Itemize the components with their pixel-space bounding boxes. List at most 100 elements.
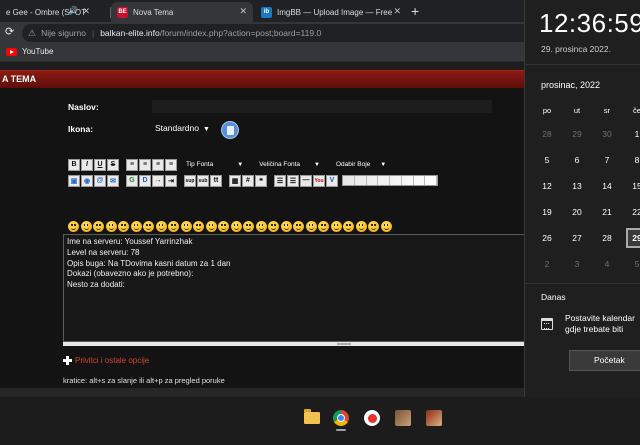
icon-select[interactable]: Standardno ▼ [155, 123, 210, 133]
font-face-select[interactable]: Tip Fonta ▼ [186, 161, 243, 168]
clock-date[interactable]: 29. prosinca 2022. [541, 44, 611, 54]
more-options-toggle[interactable]: Privitci i ostale opcije [63, 356, 149, 365]
calendar-day[interactable]: 29 [564, 129, 590, 139]
calendar-day[interactable]: 2 [534, 259, 560, 269]
calendar-day[interactable]: 21 [594, 207, 620, 217]
warning-icon[interactable]: ⚠ [28, 28, 36, 39]
tab-nova-tema[interactable]: BE Nova Tema ✕ [111, 2, 253, 22]
smiley-icon[interactable] [268, 221, 279, 232]
shadow-icon[interactable]: D [139, 174, 151, 187]
smiley-icon[interactable] [368, 221, 379, 232]
palette-swatch[interactable] [343, 176, 355, 185]
reload-icon[interactable]: ⟳ [5, 25, 14, 38]
smiley-icon[interactable] [205, 221, 217, 232]
font-color-select[interactable]: Odabir Boje ▼ [336, 161, 386, 168]
calendar-day[interactable]: 30 [594, 129, 620, 139]
smiley-icon[interactable] [255, 221, 267, 232]
smiley-icon[interactable] [168, 221, 179, 232]
pre-icon[interactable]: ⇥ [165, 174, 177, 187]
smiley-icon[interactable] [118, 221, 129, 232]
palette-swatch[interactable] [402, 176, 414, 185]
code-icon[interactable]: # [242, 174, 254, 187]
smiley-icon[interactable] [293, 221, 304, 232]
calendar-day[interactable]: 20 [564, 207, 590, 217]
tab-spotify[interactable]: e Gee - Ombre (SPOT 🔊 ✕ [0, 2, 96, 22]
palette-swatch[interactable] [355, 176, 367, 185]
teletype-icon[interactable]: tt [210, 174, 222, 187]
calendar-month[interactable]: prosinac, 2022 [541, 80, 600, 90]
image-icon[interactable]: ◉ [81, 174, 93, 187]
calendar-day[interactable]: 6 [564, 155, 590, 165]
smiley-icon[interactable] [230, 221, 242, 232]
smiley-icon[interactable] [68, 221, 79, 232]
tab-imgbb[interactable]: ib ImgBB — Upload Image — Free ✕ [255, 2, 407, 22]
smiley-icon[interactable] [80, 221, 92, 232]
calendar-day[interactable]: 12 [534, 181, 560, 191]
smiley-icon[interactable] [243, 221, 254, 232]
textarea-resize-handle[interactable] [63, 342, 525, 346]
superscript-icon[interactable]: sup [184, 174, 196, 187]
smiley-icon[interactable] [93, 221, 104, 232]
font-size-select[interactable]: Veličina Fonta ▼ [259, 161, 320, 168]
calendar-day[interactable]: 28 [594, 233, 620, 243]
vimeo-icon[interactable]: V [326, 174, 338, 187]
app-button[interactable] [390, 405, 416, 431]
calendar-day[interactable]: 4 [594, 259, 620, 269]
subject-input[interactable] [152, 100, 492, 113]
new-tab-icon[interactable]: + [411, 3, 419, 19]
palette-swatch[interactable] [378, 176, 390, 185]
move-icon[interactable]: → [152, 174, 164, 187]
underline-button[interactable]: U [94, 158, 106, 171]
message-textarea[interactable]: Ime na serveru: Youssef Yarrinzhak Level… [63, 234, 525, 342]
palette-swatch[interactable] [414, 176, 426, 185]
bookmark-youtube[interactable]: YouTube [6, 47, 53, 56]
smiley-icon[interactable] [155, 221, 167, 232]
smiley-icon[interactable] [105, 221, 117, 232]
app-button[interactable] [421, 405, 447, 431]
smiley-icon[interactable] [180, 221, 192, 232]
palette-swatch[interactable] [425, 176, 437, 185]
quote-icon[interactable]: ❝ [255, 174, 267, 187]
chrome-button[interactable] [328, 405, 354, 431]
palette-swatch[interactable] [367, 176, 379, 185]
link-icon[interactable]: @ [94, 174, 106, 187]
email-icon[interactable]: ✉ [107, 174, 119, 187]
bulleted-list-icon[interactable]: ☰ [274, 174, 286, 187]
more-options-link[interactable]: Privitci i ostale opcije [75, 356, 149, 365]
calendar-day[interactable]: 15 [624, 181, 640, 191]
calendar-day[interactable]: 5 [624, 259, 640, 269]
align-center-icon[interactable]: ≡ [139, 158, 151, 171]
calendar-day[interactable]: 8 [624, 155, 640, 165]
subscript-icon[interactable]: sub [197, 174, 209, 187]
smiley-icon[interactable] [280, 221, 292, 232]
flash-icon[interactable]: ▣ [68, 174, 80, 187]
get-started-button[interactable]: Početak [569, 350, 640, 371]
close-icon[interactable]: ✕ [393, 6, 401, 17]
security-status[interactable]: Nije sigurno [41, 28, 86, 38]
recorder-button[interactable] [359, 405, 385, 431]
smiley-icon[interactable] [130, 221, 142, 232]
smiley-icon[interactable] [305, 221, 317, 232]
ordered-list-icon[interactable]: ☰ [287, 174, 299, 187]
horizontal-rule-icon[interactable]: ― [300, 174, 312, 187]
calendar-day[interactable]: 26 [534, 233, 560, 243]
bold-button[interactable]: B [68, 158, 80, 171]
align-left-icon[interactable]: ≡ [126, 158, 138, 171]
calendar-day[interactable]: 13 [564, 181, 590, 191]
calendar-day[interactable]: 28 [534, 129, 560, 139]
calendar-day[interactable]: 27 [564, 233, 590, 243]
smiley-icon[interactable] [330, 221, 342, 232]
align-right-icon[interactable]: ≡ [152, 158, 164, 171]
smiley-icon[interactable] [343, 221, 354, 232]
glow-icon[interactable]: G [126, 174, 138, 187]
close-icon[interactable]: ✕ [239, 6, 247, 17]
file-explorer-button[interactable] [299, 405, 325, 431]
smiley-icon[interactable] [143, 221, 154, 232]
close-icon[interactable]: ✕ [82, 6, 90, 17]
speaker-icon[interactable]: 🔊 [68, 6, 78, 15]
smiley-icon[interactable] [318, 221, 329, 232]
calendar-day[interactable]: 14 [594, 181, 620, 191]
youtube-embed-icon[interactable]: You [313, 174, 325, 187]
calendar-day[interactable]: 5 [534, 155, 560, 165]
table-icon[interactable]: ▦ [229, 174, 241, 187]
